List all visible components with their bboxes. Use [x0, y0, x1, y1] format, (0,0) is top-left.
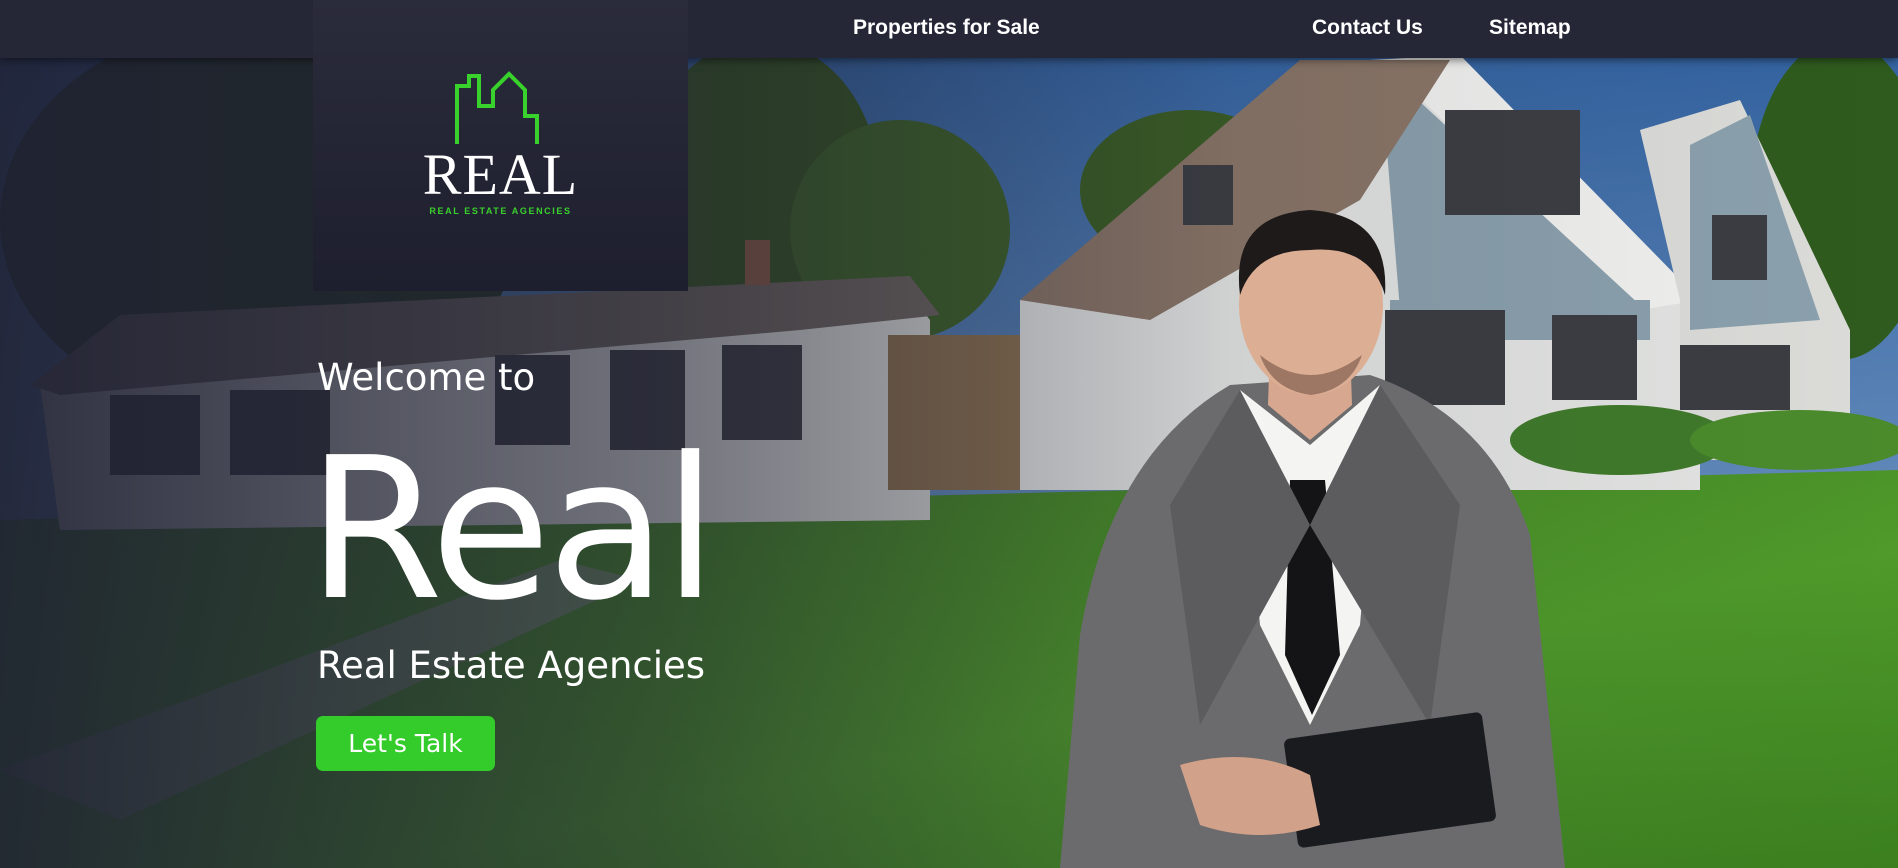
logo-tagline: REAL ESTATE AGENCIES — [429, 206, 572, 216]
logo-wordmark: REAL — [422, 142, 579, 207]
city-skyline-icon — [454, 71, 539, 144]
hero-welcome-text: Welcome to — [317, 356, 536, 399]
lets-talk-button[interactable]: Let's Talk — [316, 716, 495, 771]
hero-background-image — [0, 0, 1898, 868]
hero-section: Properties for Sale Contact Us Sitemap R… — [0, 0, 1898, 868]
brand-logo[interactable]: REAL REAL ESTATE AGENCIES — [313, 0, 688, 291]
nav-sitemap[interactable]: Sitemap — [1489, 16, 1571, 40]
agent-photo — [1060, 210, 1565, 868]
hero-headline: Real — [307, 416, 718, 644]
hero-subtitle: Real Estate Agencies — [317, 644, 706, 687]
nav-properties-for-sale[interactable]: Properties for Sale — [853, 16, 1040, 40]
nav-contact-us[interactable]: Contact Us — [1312, 16, 1423, 40]
